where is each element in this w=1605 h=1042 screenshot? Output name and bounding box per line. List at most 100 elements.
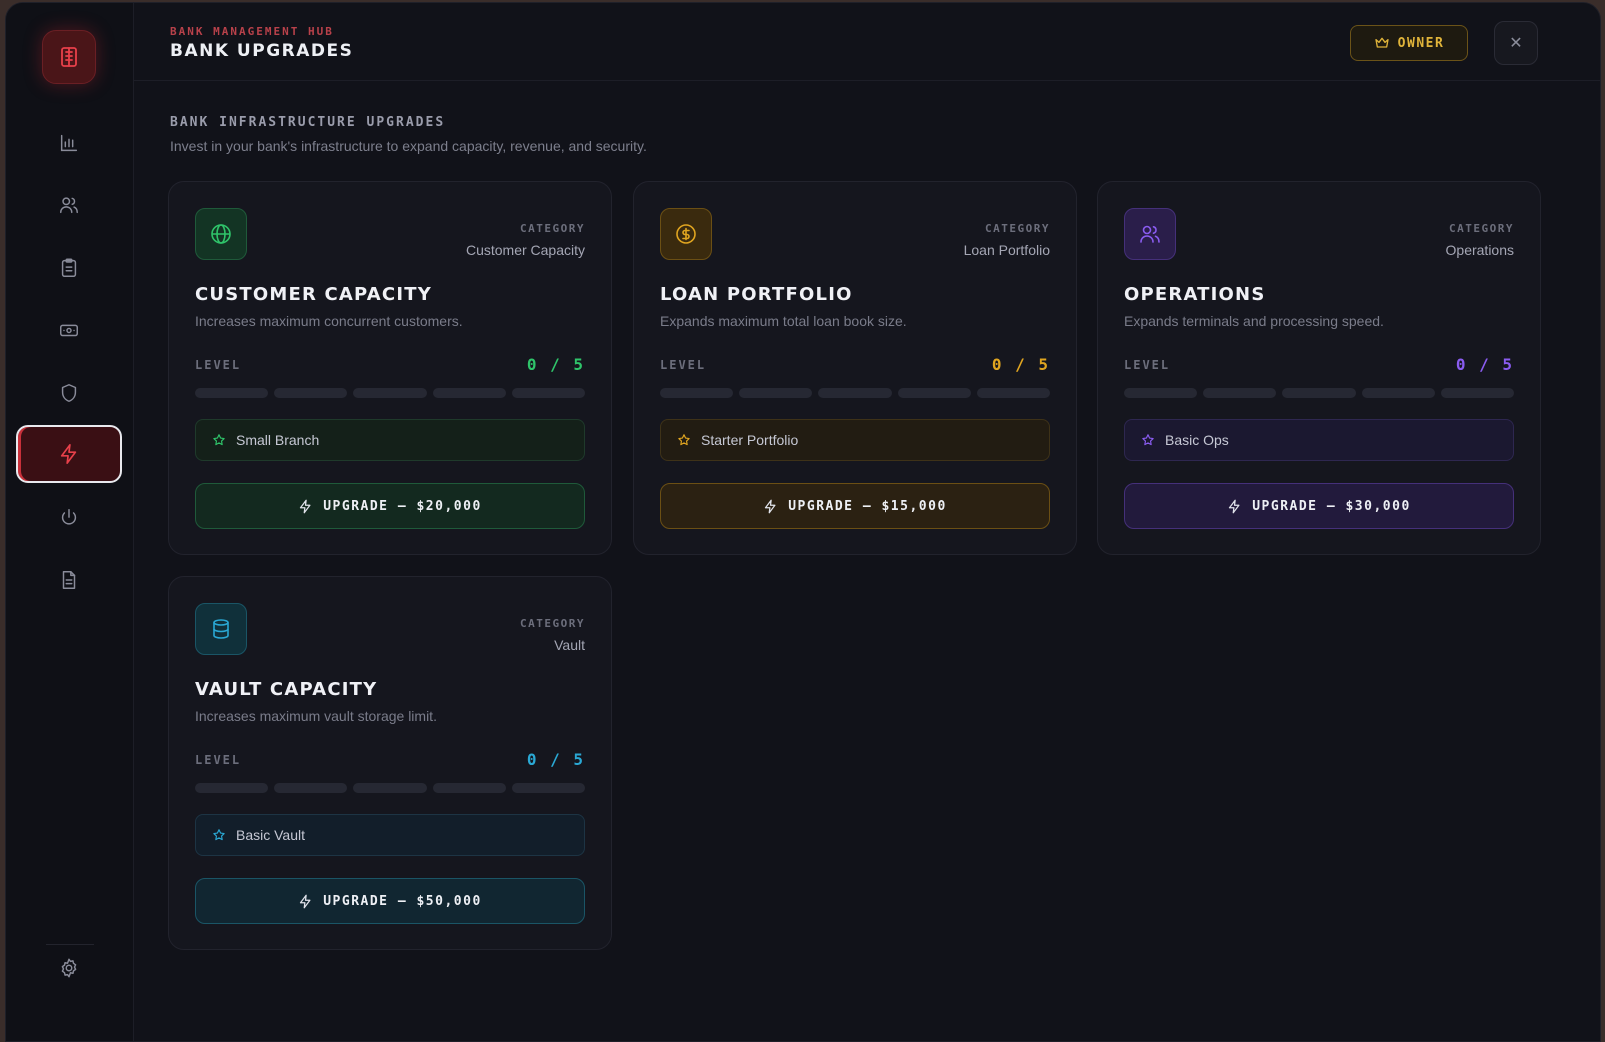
star-icon <box>213 434 225 446</box>
hub-label: BANK MANAGEMENT HUB <box>170 25 334 38</box>
card-description: Increases maximum vault storage limit. <box>195 708 437 724</box>
level-progress-bar <box>1124 388 1515 398</box>
header: BANK MANAGEMENT HUB BANK UPGRADES OWNER … <box>134 3 1600 81</box>
level-segment <box>1282 388 1356 398</box>
lightning-icon <box>300 499 311 513</box>
level-segment <box>897 388 971 398</box>
upgrade-button[interactable]: UPGRADE — $50,000 <box>195 878 585 924</box>
owner-badge: OWNER <box>1350 25 1468 61</box>
level-segment <box>1124 388 1198 398</box>
card-title: CUSTOMER CAPACITY <box>195 284 432 305</box>
cash-icon <box>60 324 78 337</box>
level-label: LEVEL <box>1124 358 1171 372</box>
card-title: OPERATIONS <box>1124 284 1266 305</box>
sidebar <box>6 3 134 1041</box>
shield-icon <box>61 384 77 402</box>
nav-item-tasks[interactable] <box>16 239 122 297</box>
tier-label: Small Branch <box>236 432 320 448</box>
app-window: BANK MANAGEMENT HUB BANK UPGRADES OWNER … <box>5 2 1601 1042</box>
level-segment <box>195 783 269 793</box>
bank-logo-button[interactable] <box>42 30 96 84</box>
current-tier: Basic Vault <box>195 814 585 856</box>
level-progress-bar <box>660 388 1051 398</box>
section-title: BANK INFRASTRUCTURE UPGRADES <box>170 115 446 130</box>
level-progress-bar <box>195 388 586 398</box>
lightning-icon <box>60 444 77 464</box>
gear-icon <box>61 958 77 978</box>
nav-item-settings[interactable] <box>16 939 122 997</box>
upgrade-button[interactable]: UPGRADE — $30,000 <box>1124 483 1514 529</box>
level-value: 0 / 5 <box>1455 355 1514 374</box>
nav-item-security[interactable] <box>16 364 122 422</box>
category-value: Operations <box>1445 242 1514 258</box>
level-segment <box>274 388 348 398</box>
level-segment <box>660 388 734 398</box>
lightning-icon <box>300 894 311 908</box>
upgrade-label: UPGRADE — $30,000 <box>1252 498 1411 514</box>
nav-item-statistics[interactable] <box>16 114 122 172</box>
bank-icon <box>61 47 77 67</box>
level-segment <box>1361 388 1435 398</box>
category-value: Loan Portfolio <box>963 242 1050 258</box>
tier-label: Basic Ops <box>1165 432 1229 448</box>
close-button[interactable]: ✕ <box>1494 21 1538 65</box>
tier-label: Starter Portfolio <box>701 432 799 448</box>
star-icon <box>1142 434 1154 446</box>
nav-item-employees[interactable] <box>16 176 122 234</box>
level-progress-bar <box>195 783 586 793</box>
level-segment <box>353 783 427 793</box>
category-value: Vault <box>554 637 585 653</box>
level-segment <box>432 783 506 793</box>
current-tier: Starter Portfolio <box>660 419 1050 461</box>
card-title: LOAN PORTFOLIO <box>660 284 853 305</box>
nav-item-logs[interactable] <box>16 551 122 609</box>
card-title: VAULT CAPACITY <box>195 679 378 700</box>
current-tier: Small Branch <box>195 419 585 461</box>
upgrade-button[interactable]: UPGRADE — $15,000 <box>660 483 1050 529</box>
card-description: Increases maximum concurrent customers. <box>195 313 463 329</box>
level-segment <box>1440 388 1515 398</box>
star-icon <box>213 829 225 841</box>
level-label: LEVEL <box>195 358 242 372</box>
upgrade-card-loan-portfolio: CATEGORY Loan Portfolio LOAN PORTFOLIO E… <box>633 181 1077 555</box>
upgrade-button[interactable]: UPGRADE — $20,000 <box>195 483 585 529</box>
category-label: CATEGORY <box>520 617 585 630</box>
section-description: Invest in your bank's infrastructure to … <box>170 138 647 154</box>
category-label: CATEGORY <box>1449 222 1514 235</box>
card-description: Expands terminals and processing speed. <box>1124 313 1384 329</box>
nav-item-upgrades[interactable] <box>16 425 122 483</box>
category-value: Customer Capacity <box>465 242 585 258</box>
card-description: Expands maximum total loan book size. <box>660 313 907 329</box>
card-icon-box <box>195 603 247 655</box>
dollar-coin-icon <box>676 224 696 244</box>
globe-icon <box>211 224 231 244</box>
level-segment <box>739 388 813 398</box>
level-segment <box>432 388 506 398</box>
level-segment <box>274 783 348 793</box>
level-segment <box>511 783 586 793</box>
close-icon: ✕ <box>1509 35 1523 52</box>
level-value: 0 / 5 <box>526 355 585 374</box>
upgrade-label: UPGRADE — $50,000 <box>323 893 482 909</box>
lightning-icon <box>1229 499 1240 513</box>
card-icon-box <box>660 208 712 260</box>
category-label: CATEGORY <box>520 222 585 235</box>
upgrade-card-operations: CATEGORY Operations OPERATIONS Expands t… <box>1097 181 1541 555</box>
document-icon <box>62 571 76 589</box>
level-label: LEVEL <box>195 753 242 767</box>
upgrade-label: UPGRADE — $20,000 <box>323 498 482 514</box>
bar-chart-icon <box>60 134 78 152</box>
database-icon <box>213 619 229 639</box>
upgrade-card-customer-capacity: CATEGORY Customer Capacity CUSTOMER CAPA… <box>168 181 612 555</box>
lightning-icon <box>765 499 776 513</box>
card-icon-box <box>1124 208 1176 260</box>
level-segment <box>353 388 427 398</box>
users-icon <box>60 197 78 214</box>
current-tier: Basic Ops <box>1124 419 1514 461</box>
level-segment <box>976 388 1051 398</box>
owner-label: OWNER <box>1397 35 1445 51</box>
level-label: LEVEL <box>660 358 707 372</box>
nav-item-power[interactable] <box>16 489 122 547</box>
nav-item-finances[interactable] <box>16 301 122 359</box>
level-value: 0 / 5 <box>526 750 585 769</box>
